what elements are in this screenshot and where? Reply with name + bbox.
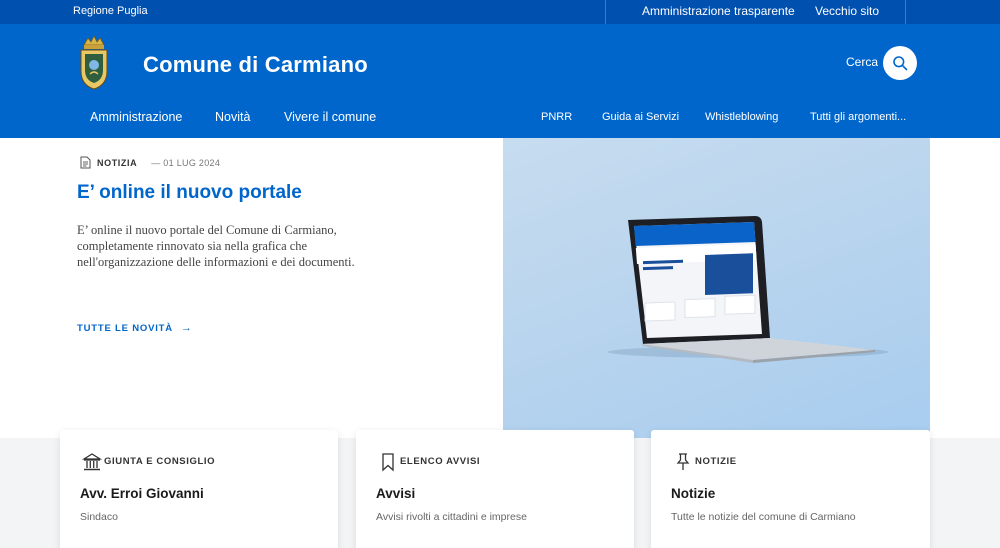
divider <box>605 0 606 24</box>
card-title[interactable]: Avvisi <box>376 486 415 501</box>
site-title[interactable]: Comune di Carmiano <box>143 52 368 78</box>
hero-date: — 01 LUG 2024 <box>151 157 221 168</box>
card-title[interactable]: Notizie <box>671 486 715 501</box>
card-description: Tutte le notizie del comune di Carmiano <box>671 511 856 523</box>
nav-novita[interactable]: Novità <box>215 110 250 124</box>
slim-header: Regione Puglia Amministrazione trasparen… <box>0 0 1000 24</box>
divider <box>905 0 906 24</box>
card-description: Avvisi rivolti a cittadini e imprese <box>376 511 527 523</box>
all-news-link[interactable]: TUTTE LE NOVITÀ → <box>77 322 193 334</box>
card-avvisi[interactable]: ELENCO AVVISI Avvisi Avvisi rivolti a ci… <box>356 430 634 548</box>
amministrazione-trasparente-link[interactable]: Amministrazione trasparente <box>642 4 795 18</box>
nav-amministrazione[interactable]: Amministrazione <box>90 110 182 124</box>
search-label[interactable]: Cerca <box>846 55 878 69</box>
card-giunta[interactable]: GIUNTA E CONSIGLIO Avv. Erroi Giovanni S… <box>60 430 338 548</box>
nav-guida-ai-servizi[interactable]: Guida ai Servizi <box>602 111 679 123</box>
card-description: Sindaco <box>80 511 118 523</box>
institution-icon <box>82 453 102 471</box>
card-title[interactable]: Avv. Erroi Giovanni <box>80 486 204 501</box>
nav-vivere-il-comune[interactable]: Vivere il comune <box>284 110 376 124</box>
nav-tutti-gli-argomenti[interactable]: Tutti gli argomenti... <box>810 111 906 123</box>
card-category: ELENCO AVVISI <box>400 456 481 467</box>
hero-title[interactable]: E’ online il nuovo portale <box>77 182 302 204</box>
search-button[interactable] <box>883 46 917 80</box>
hero-meta: NOTIZIA — 01 LUG 2024 <box>80 156 220 169</box>
nav-whistleblowing[interactable]: Whistleblowing <box>705 111 778 123</box>
laptop-illustration-icon <box>608 216 888 363</box>
region-link[interactable]: Regione Puglia <box>73 5 148 17</box>
nav-pnrr[interactable]: PNRR <box>541 111 572 123</box>
hero-image <box>503 138 930 438</box>
site-header: Comune di Carmiano Cerca Amministrazione… <box>0 24 1000 138</box>
pin-icon <box>676 453 690 470</box>
card-notizie[interactable]: NOTIZIE Notizie Tutte le notizie del com… <box>651 430 930 548</box>
bookmark-icon <box>382 453 394 472</box>
card-category: GIUNTA E CONSIGLIO <box>104 456 216 467</box>
search-icon <box>893 56 908 71</box>
all-news-link-label: TUTTE LE NOVITÀ <box>77 322 173 334</box>
document-icon <box>80 156 91 169</box>
hero-category: NOTIZIA <box>97 157 138 168</box>
hero-description: E’ online il nuovo portale del Comune di… <box>77 223 355 269</box>
vecchio-sito-link[interactable]: Vecchio sito <box>815 4 879 18</box>
crest-logo-icon[interactable] <box>78 33 110 91</box>
card-category: NOTIZIE <box>695 456 737 467</box>
arrow-right-icon: → <box>180 322 193 334</box>
